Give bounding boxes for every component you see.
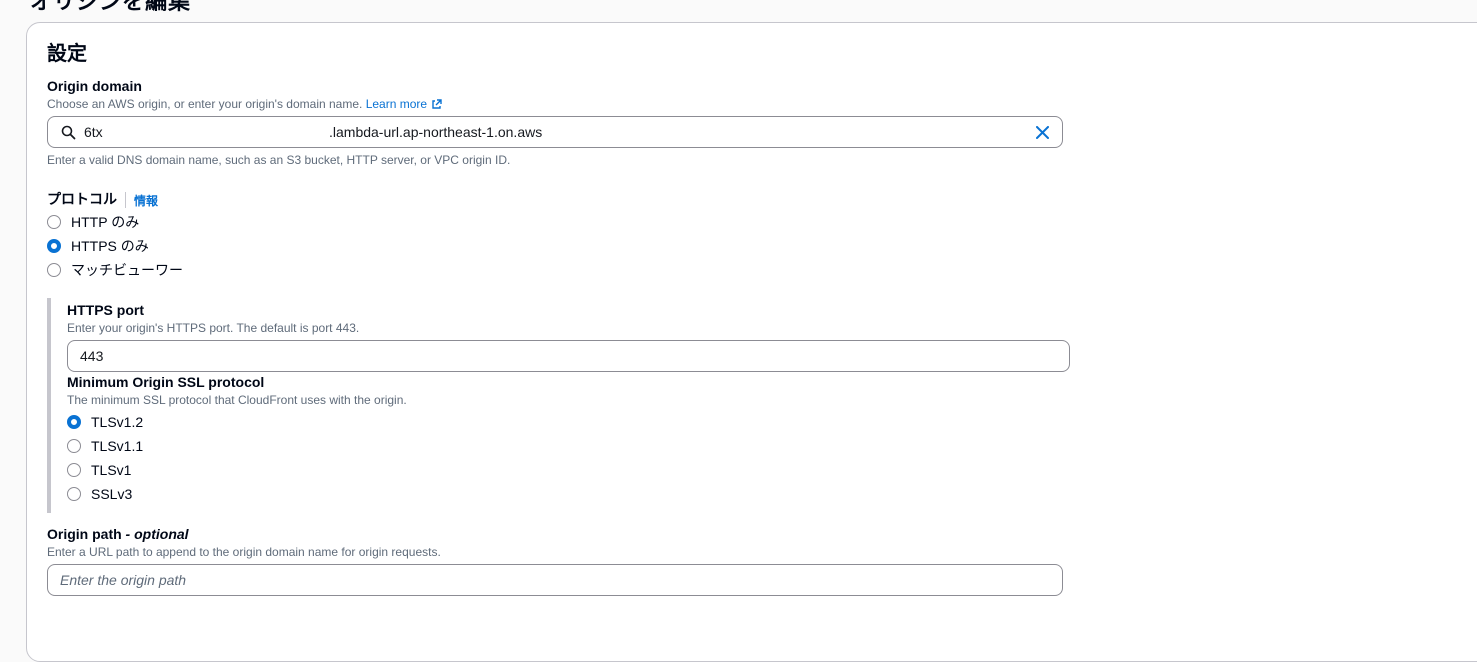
https-port-value: 443 <box>80 348 104 364</box>
nested-section-bar <box>47 298 51 513</box>
https-port-description: Enter your origin's HTTPS port. The defa… <box>67 321 360 335</box>
radio-unchecked[interactable] <box>47 263 61 277</box>
ssl-option-tlsv1-1[interactable]: TLSv1.1 <box>67 436 143 456</box>
min-ssl-label: Minimum Origin SSL protocol <box>67 374 265 390</box>
origin-domain-description-text: Choose an AWS origin, or enter your orig… <box>47 97 363 111</box>
protocol-option-label: HTTP のみ <box>71 214 140 230</box>
ssl-option-tlsv1-2[interactable]: TLSv1.2 <box>67 412 143 432</box>
search-icon <box>61 125 76 140</box>
origin-path-label-row: Origin path - optional <box>47 526 189 542</box>
https-port-input[interactable]: 443 <box>67 340 1070 372</box>
ssl-option-label: TLSv1 <box>91 462 132 478</box>
origin-domain-label: Origin domain <box>47 78 142 94</box>
radio-checked[interactable] <box>47 239 61 253</box>
radio-unchecked[interactable] <box>67 463 81 477</box>
origin-path-placeholder: Enter the origin path <box>60 572 187 588</box>
protocol-option-http[interactable]: HTTP のみ <box>47 212 139 232</box>
ssl-option-sslv3[interactable]: SSLv3 <box>67 484 132 504</box>
origin-domain-description: Choose an AWS origin, or enter your orig… <box>47 97 442 111</box>
ssl-option-tlsv1[interactable]: TLSv1 <box>67 460 131 480</box>
section-title: 設定 <box>47 43 87 65</box>
radio-unchecked[interactable] <box>67 487 81 501</box>
learn-more-text[interactable]: Learn more <box>366 97 427 111</box>
protocol-label: プロトコル <box>47 191 117 207</box>
protocol-option-https[interactable]: HTTPS のみ <box>47 236 149 256</box>
origin-path-input[interactable]: Enter the origin path <box>47 564 1063 596</box>
clear-icon[interactable] <box>1036 126 1049 139</box>
origin-domain-value-suffix: .lambda-url.ap-northeast-1.on.aws <box>329 124 543 140</box>
radio-unchecked[interactable] <box>47 215 61 229</box>
radio-unchecked[interactable] <box>67 439 81 453</box>
origin-domain-hint: Enter a valid DNS domain name, such as a… <box>47 153 511 167</box>
radio-checked[interactable] <box>67 415 81 429</box>
min-ssl-description: The minimum SSL protocol that CloudFront… <box>67 393 407 407</box>
protocol-option-match-viewer[interactable]: マッチビューワー <box>47 260 183 280</box>
optional-suffix: - optional <box>121 526 189 542</box>
ssl-option-label: TLSv1.2 <box>91 414 144 430</box>
origin-domain-value-prefix: 6tx <box>84 124 103 140</box>
origin-domain-input[interactable]: 6tx .lambda-url.ap-northeast-1.on.aws <box>47 116 1063 148</box>
page-title: オリジンを編集 <box>30 0 192 14</box>
https-port-label: HTTPS port <box>67 302 144 318</box>
protocol-option-label: マッチビューワー <box>71 262 183 278</box>
learn-more-link[interactable]: Learn more <box>366 97 442 111</box>
ssl-option-label: SSLv3 <box>91 486 133 502</box>
label-divider <box>125 192 126 209</box>
external-link-icon <box>432 99 442 110</box>
protocol-info-link[interactable]: 情報 <box>134 194 158 208</box>
origin-path-label: Origin path <box>47 526 122 542</box>
origin-path-description: Enter a URL path to append to the origin… <box>47 545 441 559</box>
ssl-option-label: TLSv1.1 <box>91 438 144 454</box>
protocol-label-row: プロトコル 情報 <box>47 189 158 209</box>
protocol-option-label: HTTPS のみ <box>71 238 149 254</box>
